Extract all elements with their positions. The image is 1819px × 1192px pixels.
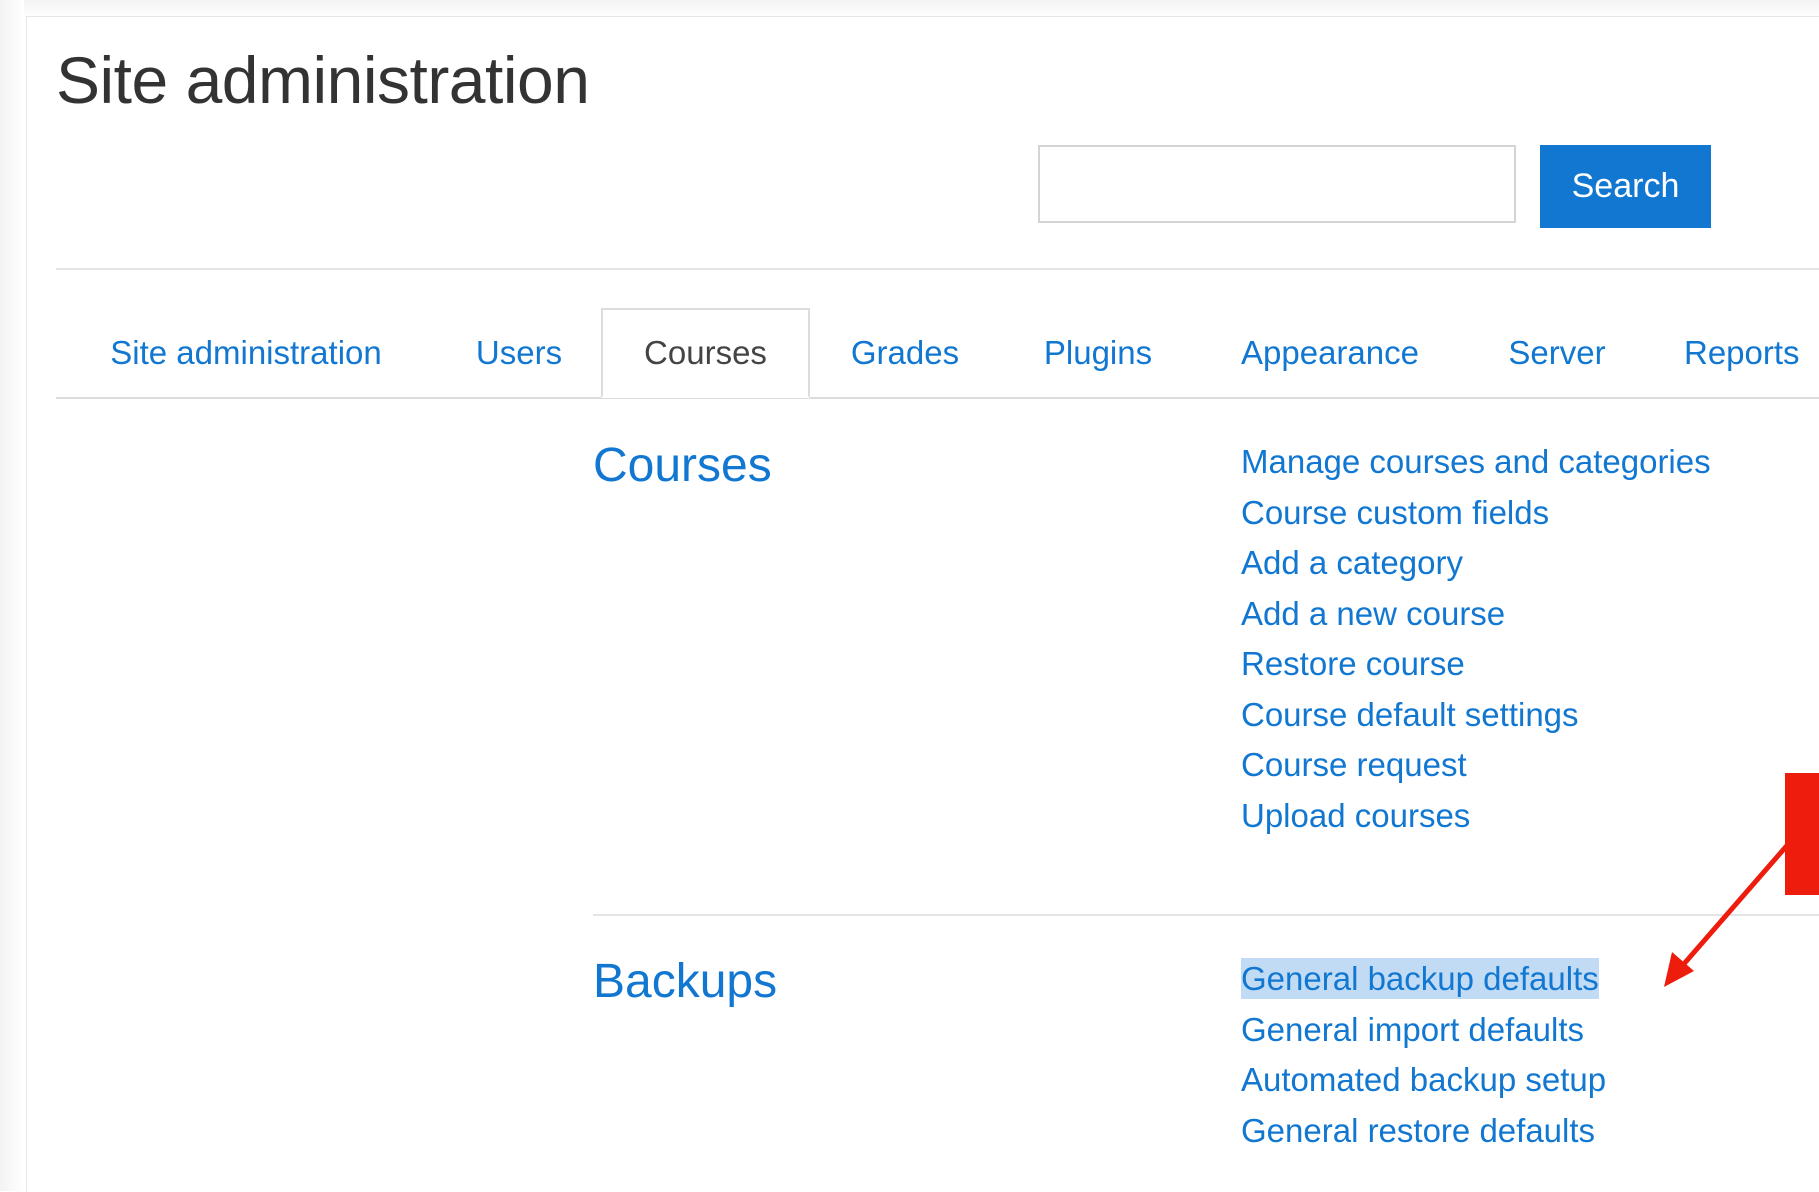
tab-server[interactable]: Server — [1464, 308, 1650, 398]
tab-plugins[interactable]: Plugins — [1000, 308, 1196, 398]
list-item: Add a new course — [1241, 589, 1711, 640]
search-input[interactable] — [1038, 145, 1516, 223]
link-restore-course[interactable]: Restore course — [1241, 645, 1465, 682]
link-general-import-defaults[interactable]: General import defaults — [1241, 1011, 1584, 1048]
section-divider — [593, 914, 1819, 916]
tabs-baseline — [56, 397, 1819, 399]
list-item: Course default settings — [1241, 690, 1711, 741]
page-title: Site administration — [56, 43, 590, 117]
list-item: General restore defaults — [1241, 1106, 1606, 1157]
tab-appearance[interactable]: Appearance — [1196, 308, 1464, 398]
tab-courses[interactable]: Courses — [601, 308, 810, 398]
tab-reports[interactable]: Reports — [1650, 308, 1819, 398]
list-item: Course custom fields — [1241, 488, 1711, 539]
list-item: Add a category — [1241, 538, 1711, 589]
left-shadow — [0, 0, 24, 1191]
link-add-a-new-course[interactable]: Add a new course — [1241, 595, 1505, 632]
link-upload-courses[interactable]: Upload courses — [1241, 797, 1470, 834]
list-item: General backup defaults — [1241, 954, 1606, 1005]
page-frame: Site administration Search Site administ… — [0, 0, 1819, 1192]
link-manage-courses-and-categories[interactable]: Manage courses and categories — [1241, 443, 1711, 480]
header-divider — [56, 268, 1819, 270]
link-course-default-settings[interactable]: Course default settings — [1241, 696, 1579, 733]
courses-links-list: Manage courses and categories Course cus… — [1241, 437, 1711, 841]
tab-site-administration[interactable]: Site administration — [56, 308, 436, 398]
link-general-restore-defaults[interactable]: General restore defaults — [1241, 1112, 1595, 1149]
tab-grades[interactable]: Grades — [810, 308, 1000, 398]
link-course-custom-fields[interactable]: Course custom fields — [1241, 494, 1549, 531]
list-item: General import defaults — [1241, 1005, 1606, 1056]
list-item: Upload courses — [1241, 791, 1711, 842]
list-item: Manage courses and categories — [1241, 437, 1711, 488]
search-button[interactable]: Search — [1540, 145, 1711, 228]
list-item: Automated backup setup — [1241, 1055, 1606, 1106]
annotation-marker — [1785, 773, 1819, 895]
link-automated-backup-setup[interactable]: Automated backup setup — [1241, 1061, 1606, 1098]
backups-links-list: General backup defaults General import d… — [1241, 954, 1606, 1156]
list-item: Course request — [1241, 740, 1711, 791]
link-general-backup-defaults[interactable]: General backup defaults — [1241, 958, 1599, 999]
link-course-request[interactable]: Course request — [1241, 746, 1467, 783]
section-heading-courses[interactable]: Courses — [593, 438, 772, 493]
tab-users[interactable]: Users — [436, 308, 602, 398]
link-add-a-category[interactable]: Add a category — [1241, 544, 1463, 581]
list-item: Restore course — [1241, 639, 1711, 690]
section-heading-backups[interactable]: Backups — [593, 954, 777, 1009]
